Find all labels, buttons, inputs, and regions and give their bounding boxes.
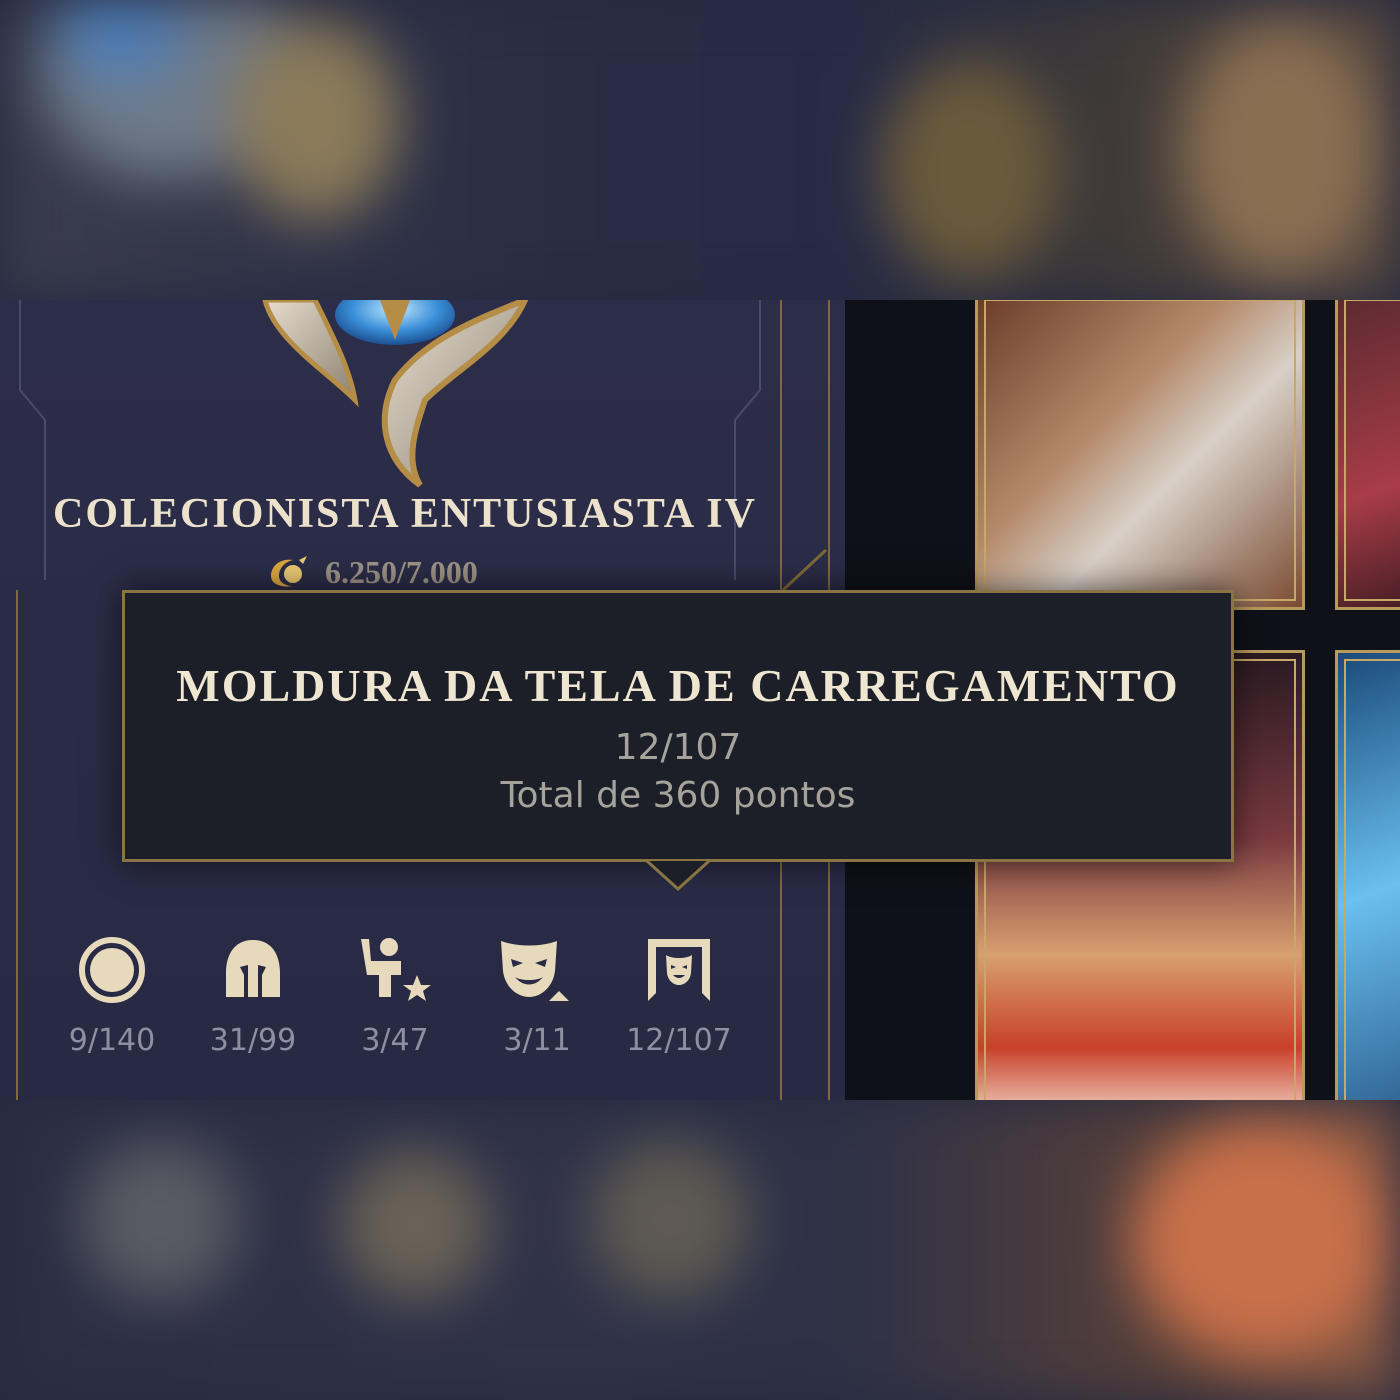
tooltip-count: 12/107: [614, 727, 742, 768]
stat-icons[interactable]: 9/140: [42, 935, 182, 1058]
stat-value: 12/107: [626, 1023, 732, 1058]
tooltip: MOLDURA DA TELA DE CARREGAMENTO 12/107 T…: [122, 590, 1234, 862]
stat-champions[interactable]: 31/99: [183, 935, 323, 1058]
loading-screen-frame-icon: [648, 939, 710, 1001]
mastery-points-icon: [271, 556, 307, 587]
stat-loading-frames[interactable]: 12/107: [609, 935, 749, 1058]
collector-crest-icon: [262, 300, 529, 488]
champion-helmet-icon: [226, 940, 280, 997]
tooltip-title: MOLDURA DA TELA DE CARREGAMENTO: [176, 660, 1180, 711]
rank-title: COLECIONISTA ENTUSIASTA IV: [53, 491, 757, 537]
emote-icon: [361, 938, 431, 1001]
blurred-backdrop-top: [0, 0, 1400, 300]
icon-circle-ring: [79, 937, 145, 1003]
loading-screen-card[interactable]: [1335, 650, 1400, 1100]
loading-screen-card[interactable]: [975, 300, 1305, 610]
tooltip-pointer: [645, 859, 711, 892]
stat-emotes[interactable]: 3/47: [325, 935, 465, 1058]
stat-value: 3/11: [503, 1023, 571, 1058]
tooltip-total: Total de 360 pontos: [500, 775, 856, 816]
rank-points-value: 6.250/7.000: [325, 553, 478, 590]
rank-points: 6.250/7.000: [265, 552, 478, 592]
stat-value: 3/47: [361, 1023, 429, 1058]
loading-screen-card[interactable]: [1335, 300, 1400, 610]
blurred-backdrop-bottom: [0, 1100, 1400, 1400]
skin-mask-icon: [501, 941, 569, 1001]
stat-value: 31/99: [209, 1023, 297, 1058]
stat-value: 9/140: [68, 1023, 156, 1058]
stat-skins[interactable]: 3/11: [467, 935, 607, 1058]
